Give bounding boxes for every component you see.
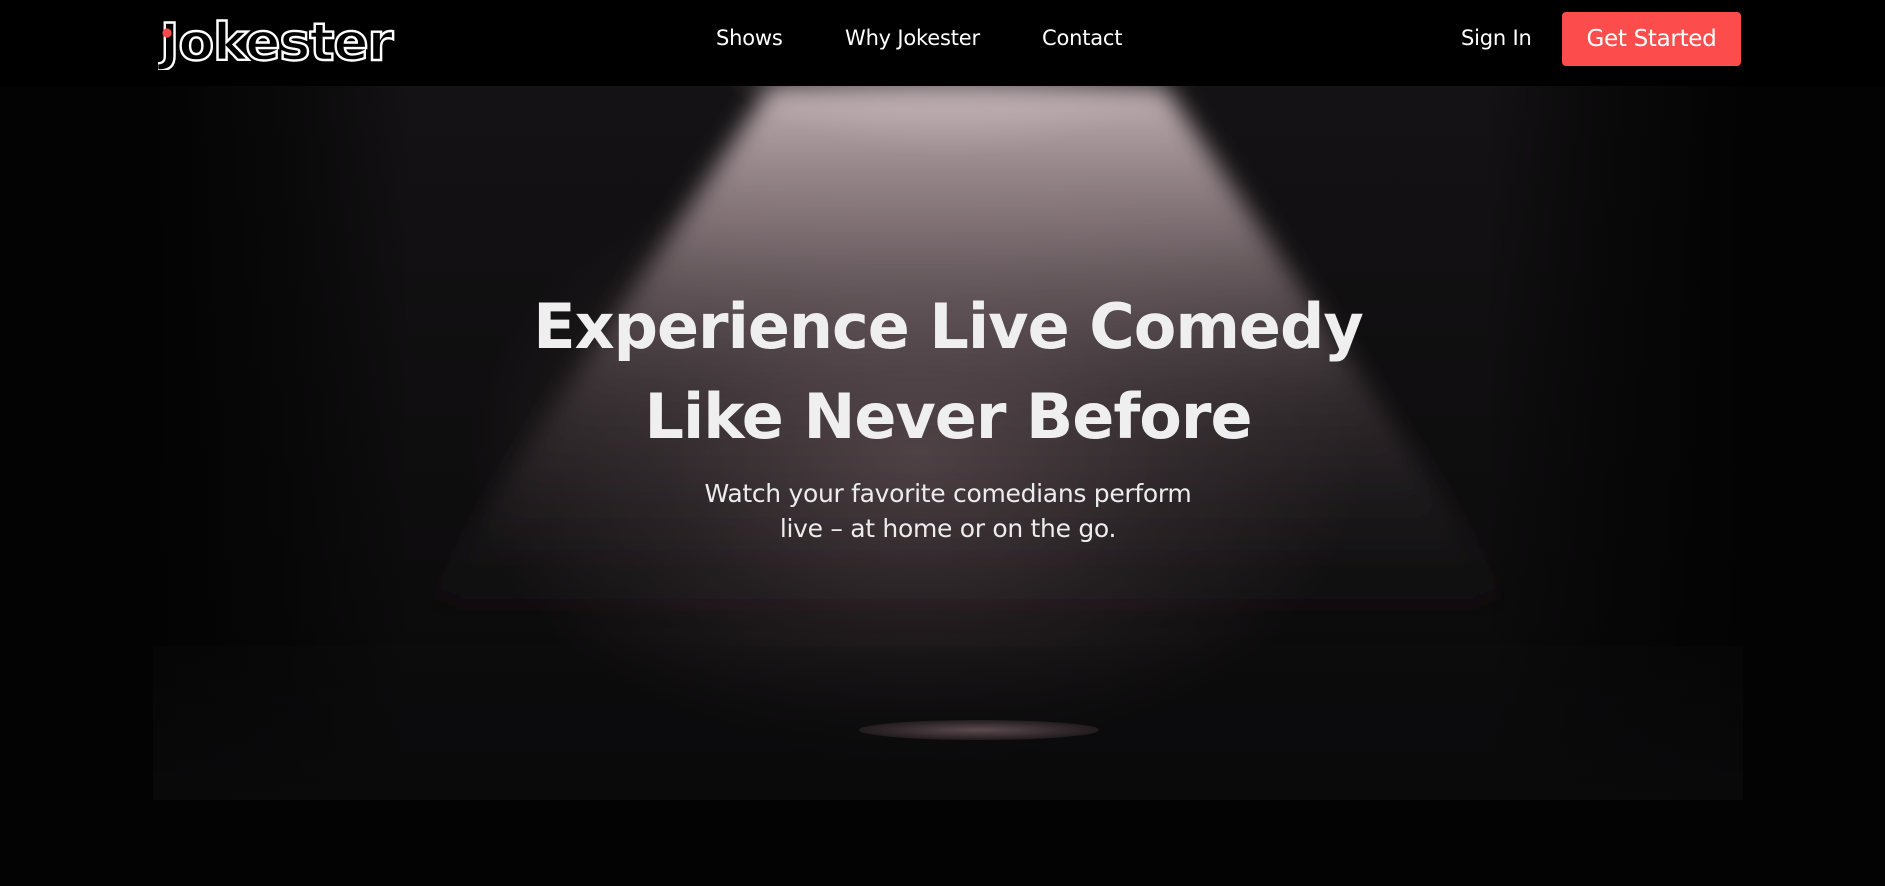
hero-headline-line2: Like Never Before <box>644 380 1252 453</box>
spotlight-pool <box>859 720 1099 740</box>
jokester-logo[interactable]: Jokester <box>158 8 400 70</box>
hero-headline: Experience Live Comedy Like Never Before <box>153 282 1743 462</box>
nav-link-shows[interactable]: Shows <box>716 26 783 50</box>
hero-headline-line1: Experience Live Comedy <box>533 290 1364 363</box>
logo-wordmark: Jokester <box>158 12 396 70</box>
hero-section: Experience Live Comedy Like Never Before… <box>153 86 1743 800</box>
hero-subtitle: Watch your favorite comedians perform li… <box>153 476 1743 546</box>
nav-link-why-jokester[interactable]: Why Jokester <box>845 26 980 50</box>
logo-dot-icon <box>162 28 172 38</box>
top-navbar: Jokester Shows Why Jokester Contact Sign… <box>0 0 1885 86</box>
hero-subtitle-line2: live – at home or on the go. <box>779 514 1117 543</box>
nav-link-contact[interactable]: Contact <box>1042 26 1123 50</box>
sign-in-link[interactable]: Sign In <box>1461 26 1532 50</box>
get-started-button[interactable]: Get Started <box>1562 12 1741 66</box>
hero-subtitle-line1: Watch your favorite comedians perform <box>704 479 1192 508</box>
logo-text: Jokester <box>158 13 394 70</box>
